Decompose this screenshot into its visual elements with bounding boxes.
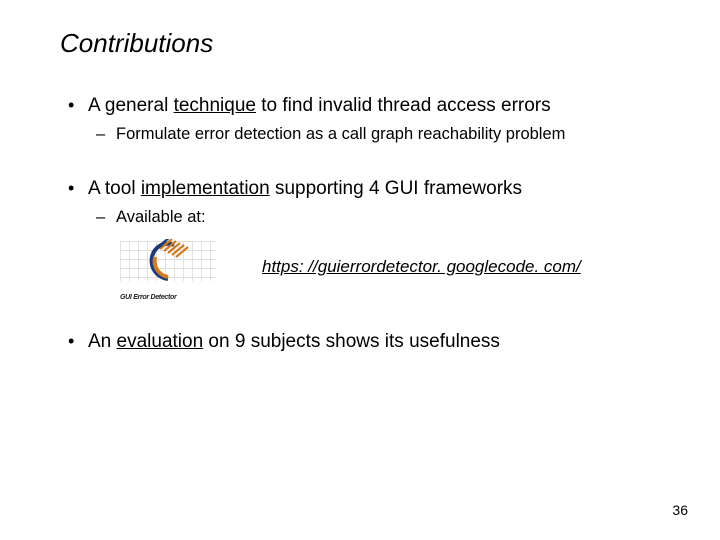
- bullet-3-prefix: An: [88, 331, 117, 352]
- gui-error-detector-logo: GUI Error Detector: [116, 237, 220, 297]
- bullet-3-underlined: evaluation: [117, 331, 204, 352]
- sub-bullet-2: Available at:: [60, 208, 670, 227]
- bullet-group-2: A tool implementation supporting 4 GUI f…: [60, 178, 670, 297]
- bullet-2-prefix: A tool: [88, 178, 141, 199]
- bullet-1-prefix: A general: [88, 95, 174, 116]
- bullet-2-underlined: implementation: [141, 178, 270, 199]
- bullet-group-1: A general technique to find invalid thre…: [60, 95, 670, 144]
- page-number: 36: [672, 502, 688, 518]
- logo-swirl-icon: [146, 239, 190, 281]
- bullet-1-underlined: technique: [174, 95, 256, 116]
- bullet-3: An evaluation on 9 subjects shows its us…: [60, 331, 670, 353]
- bullet-3-suffix: on 9 subjects shows its usefulness: [203, 331, 500, 352]
- project-link[interactable]: https: //guierrordetector. googlecode. c…: [262, 257, 581, 277]
- bullet-group-3: An evaluation on 9 subjects shows its us…: [60, 331, 670, 353]
- bullet-2-suffix: supporting 4 GUI frameworks: [270, 178, 522, 199]
- bullet-2: A tool implementation supporting 4 GUI f…: [60, 178, 670, 200]
- bullet-1: A general technique to find invalid thre…: [60, 95, 670, 117]
- slide-title: Contributions: [60, 28, 670, 59]
- bullet-list: A general technique to find invalid thre…: [60, 95, 670, 353]
- logo-caption: GUI Error Detector: [120, 294, 176, 301]
- logo-link-row: GUI Error Detector https: //guierrordete…: [60, 237, 670, 297]
- sub-bullet-1: Formulate error detection as a call grap…: [60, 125, 670, 144]
- bullet-1-suffix: to find invalid thread access errors: [256, 95, 551, 116]
